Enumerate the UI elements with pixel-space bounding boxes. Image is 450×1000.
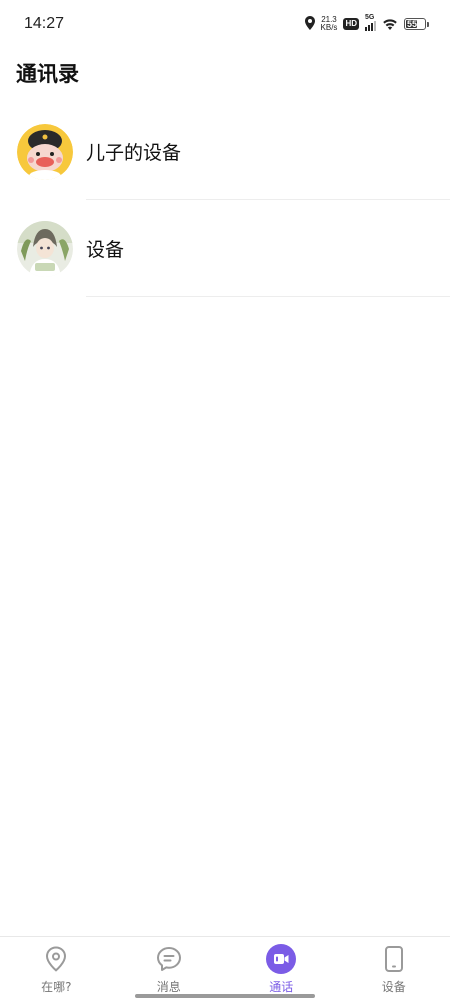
status-icons: 21.3 KB/s HD 5G 55 — [304, 14, 429, 34]
tab-location[interactable]: 在哪? — [0, 937, 113, 1000]
video-call-icon — [266, 944, 297, 974]
tab-label: 消息 — [156, 980, 181, 994]
network-speed: 21.3 KB/s — [321, 16, 338, 32]
tab-label: 通话 — [269, 980, 294, 994]
battery-icon: 55 — [404, 18, 429, 30]
page-title: 通讯录 — [16, 62, 79, 86]
location-pin-icon — [41, 944, 71, 974]
cartoon-character-avatar — [17, 123, 73, 180]
contact-item[interactable]: 儿子的设备 — [0, 103, 450, 200]
signal-icon: 5G — [365, 14, 376, 31]
status-bar: 14:27 21.3 KB/s HD 5G 55 — [0, 0, 450, 48]
phone-device-icon — [379, 944, 409, 974]
tab-devices[interactable]: 设备 — [338, 937, 450, 1000]
contact-item[interactable]: 设备 — [0, 200, 450, 297]
status-time: 14:27 — [24, 15, 65, 32]
chat-bubble-icon — [154, 944, 184, 974]
location-icon — [304, 15, 315, 34]
battery-level: 55 — [407, 19, 418, 29]
tab-calls[interactable]: 通话 — [225, 937, 338, 1000]
tab-label: 设备 — [381, 980, 406, 994]
contact-list: 儿子的设备 设备 — [0, 103, 450, 297]
home-indicator[interactable] — [135, 994, 315, 998]
tab-label: 在哪? — [41, 980, 72, 994]
tab-messages[interactable]: 消息 — [113, 937, 226, 1000]
hd-icon: HD — [343, 18, 359, 30]
anime-girl-avatar — [17, 220, 73, 277]
network-type: 5G — [365, 14, 375, 21]
divider — [86, 296, 450, 297]
wifi-icon — [382, 15, 398, 34]
bottom-tab-bar: 在哪? 消息 通话 设备 — [0, 936, 450, 1000]
network-speed-unit: KB/s — [320, 23, 338, 32]
contact-name: 设备 — [86, 239, 125, 261]
contact-name: 儿子的设备 — [86, 142, 182, 164]
